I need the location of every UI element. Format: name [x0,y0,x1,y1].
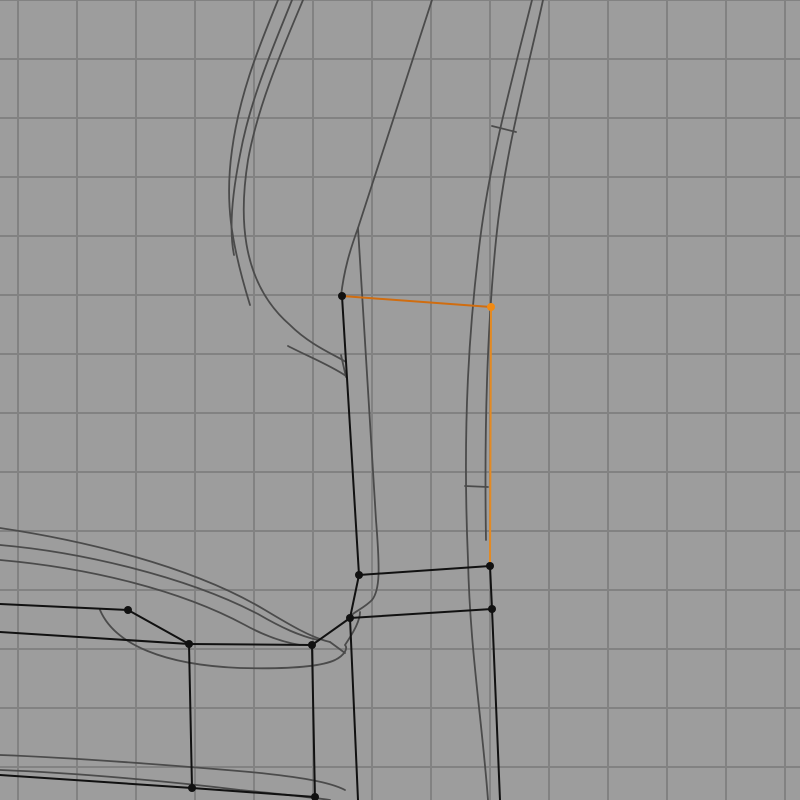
reference-curve [329,641,346,654]
selected-vertex[interactable] [487,303,495,311]
mesh-vertex[interactable] [124,606,132,614]
mesh-vertex[interactable] [185,640,193,648]
reference-curve [340,0,433,297]
selected-edge[interactable] [489,306,492,567]
mesh-vertex[interactable] [488,605,496,613]
selected-edge[interactable] [341,295,492,308]
reference-curve [0,544,319,641]
reference-curve [464,485,489,488]
reference-curve [242,0,347,363]
mesh-edge[interactable] [491,608,501,800]
mesh-edge[interactable] [311,617,351,646]
reference-curve [230,0,293,256]
3d-viewport[interactable] [0,0,800,800]
reference-curve [491,125,517,133]
mesh-wireframe[interactable] [0,295,501,800]
reference-curve [0,527,331,643]
mesh-vertex[interactable] [346,614,354,622]
reference-curve [0,769,331,800]
mesh-vertex[interactable] [308,641,316,649]
reference-curve [465,0,533,800]
mesh-edge[interactable] [188,643,313,646]
mesh-vertex[interactable] [188,784,196,792]
mesh-edge[interactable] [341,295,360,576]
mesh-vertices[interactable] [124,292,496,800]
reference-curve [484,0,544,541]
reference-sketch [0,0,544,800]
background-grid [0,0,800,800]
mesh-vertex[interactable] [355,571,363,579]
viewport-canvas[interactable] [0,0,800,800]
reference-curve [349,227,380,619]
mesh-vertex[interactable] [338,292,346,300]
mesh-edge[interactable] [0,603,129,611]
mesh-vertex[interactable] [486,562,494,570]
reference-curve [287,345,347,377]
mesh-edge[interactable] [0,631,190,645]
mesh-edge[interactable] [127,609,190,645]
